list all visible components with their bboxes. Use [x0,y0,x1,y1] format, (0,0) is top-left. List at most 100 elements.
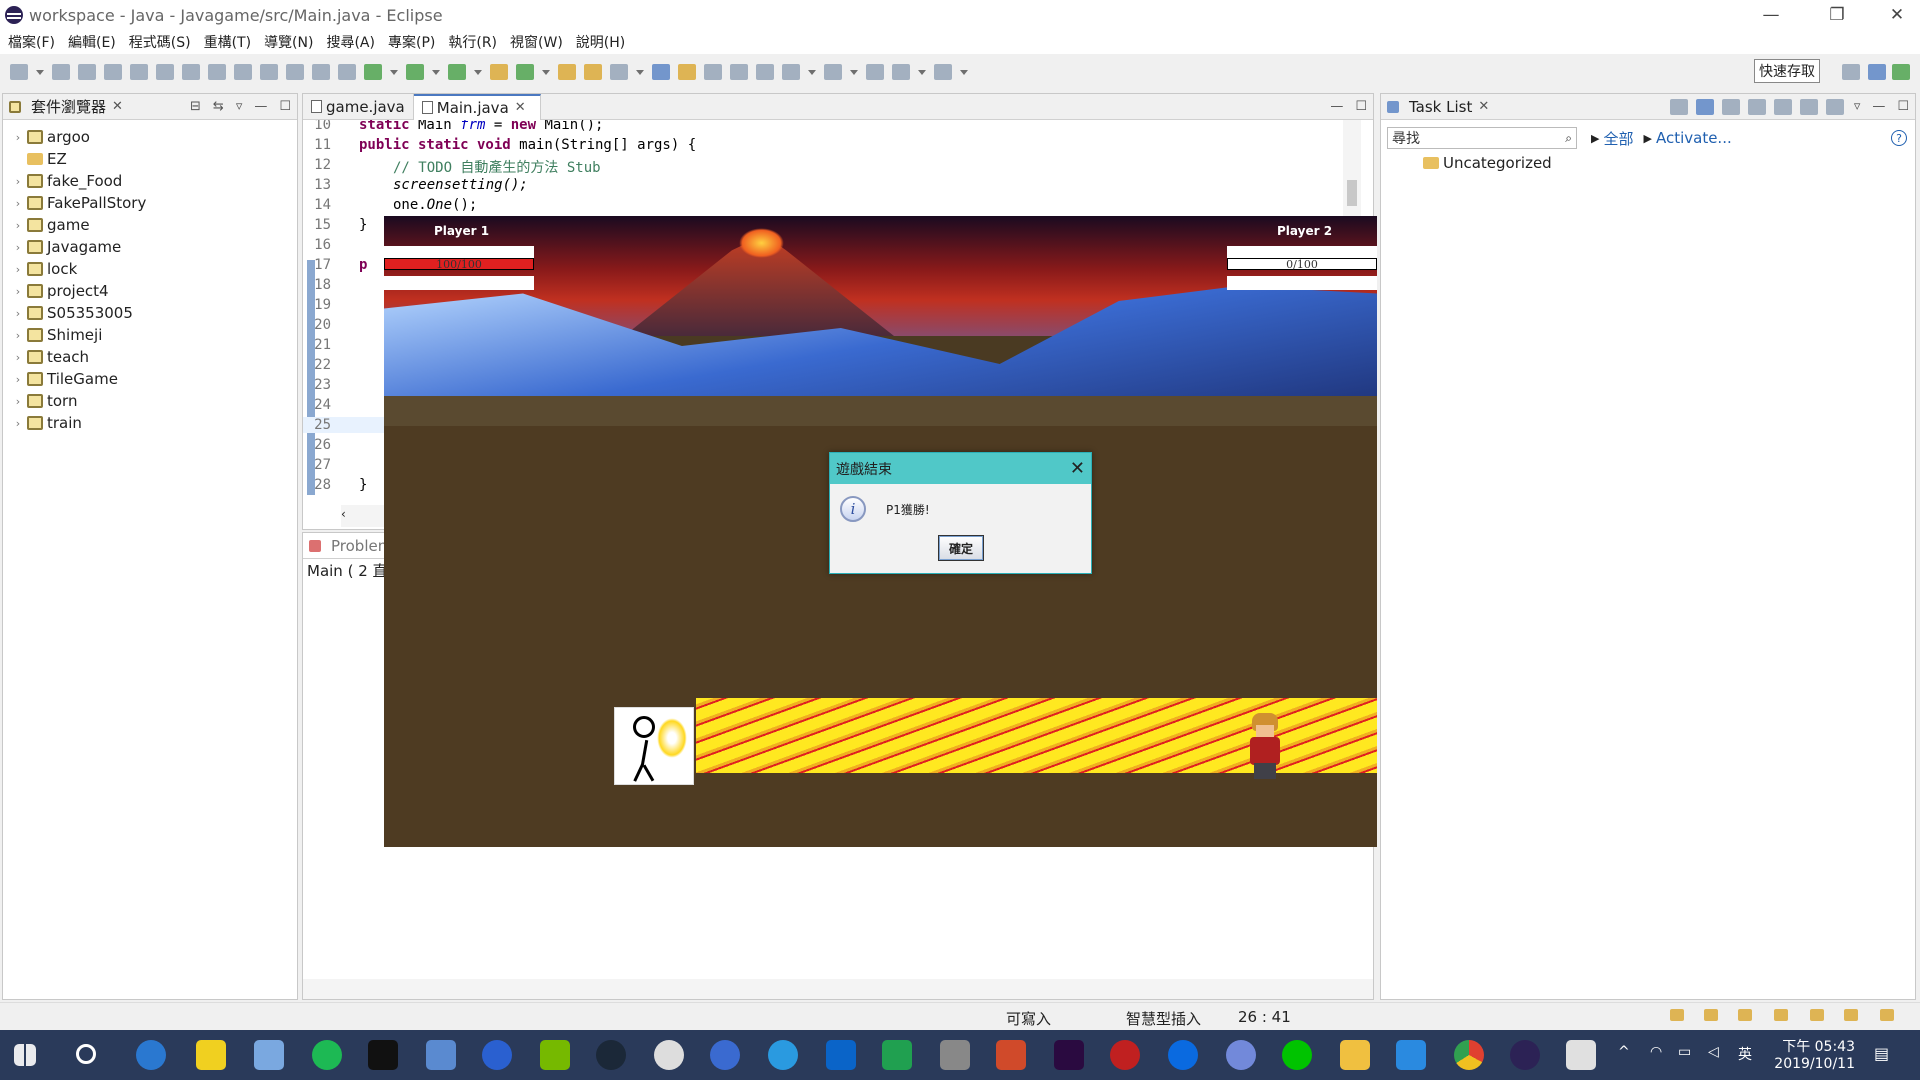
expand-icon[interactable]: › [11,351,25,364]
tree-item-torn[interactable]: › torn [11,390,297,412]
tree-item-project4[interactable]: › project4 [11,280,297,302]
status-tool-icon[interactable] [1880,1009,1894,1021]
steam-icon[interactable] [596,1040,626,1070]
new-task-icon[interactable] [1669,98,1688,115]
ok-button[interactable]: 確定 [938,535,984,561]
eclipse-taskbar-icon[interactable] [1510,1040,1540,1070]
menu-source[interactable]: 程式碼(S) [129,32,191,52]
open-perspective-icon[interactable] [1842,64,1860,80]
close-button[interactable]: ✕ [1874,0,1920,30]
dialog-close-button[interactable]: ✕ [1070,458,1085,479]
previous-annotation-dropdown-icon[interactable] [850,64,858,80]
last-edit-location-icon[interactable] [866,64,884,80]
file-explorer-icon[interactable] [1340,1040,1370,1070]
synchronize-icon[interactable] [1773,98,1792,115]
java-icon[interactable] [1566,1040,1596,1070]
vscode-icon[interactable] [1396,1040,1426,1070]
expand-icon[interactable]: › [11,197,25,210]
app-icon[interactable] [710,1040,740,1070]
close-tab-icon[interactable]: ✕ [515,100,526,115]
help-icon[interactable]: ? [1891,130,1907,146]
spotify-icon[interactable] [312,1040,342,1070]
debug-perspective-icon[interactable] [1892,64,1910,80]
toggle-word-wrap-icon[interactable] [704,64,722,80]
java-perspective-icon[interactable] [1868,64,1886,80]
outlook-icon[interactable] [826,1040,856,1070]
scroll-left-icon[interactable]: ‹ [341,507,346,521]
toggle-mark-occurrences-icon[interactable] [652,64,670,80]
menu-search[interactable]: 搜尋(A) [326,32,375,52]
task-search-field[interactable]: 尋找 ⌕ [1387,127,1577,149]
expand-icon[interactable]: › [11,263,25,276]
internet-explorer-icon[interactable] [768,1040,798,1070]
resume-icon[interactable] [130,64,148,80]
coverage-dropdown-icon[interactable] [474,64,482,80]
status-tool-icon[interactable] [1670,1009,1684,1021]
tree-item-shimeji[interactable]: › Shimeji [11,324,297,346]
battery-icon[interactable]: ▭ [1678,1044,1691,1060]
new-class-dropdown-icon[interactable] [542,64,550,80]
restore-button[interactable]: ❐ [1814,0,1860,30]
forward-dropdown-icon[interactable] [960,64,968,80]
menu-window[interactable]: 視窗(W) [510,32,563,52]
activate-link[interactable]: Activate... [1656,129,1732,147]
filter-all-link[interactable]: 全部 [1603,128,1633,149]
new-java-package-icon[interactable] [490,64,508,80]
tree-item-game[interactable]: › game [11,214,297,236]
maximize-editor-icon[interactable]: ☐ [1355,99,1367,114]
next-annotation-icon[interactable] [782,64,800,80]
notification-icon[interactable]: ▤ [1874,1044,1889,1063]
hide-completed-icon[interactable] [1747,98,1766,115]
expand-icon[interactable]: › [11,285,25,298]
tree-item-lock[interactable]: › lock [11,258,297,280]
tree-item-javagame[interactable]: › Javagame [11,236,297,258]
run-dropdown-icon[interactable] [432,64,440,80]
tree-item-fakepallstory[interactable]: › FakePallStory [11,192,297,214]
new-icon[interactable] [10,64,28,80]
discord-icon[interactable] [1226,1040,1256,1070]
garena-icon[interactable] [1110,1040,1140,1070]
task-category-uncategorized[interactable]: Uncategorized [1381,152,1915,174]
line-icon[interactable] [1282,1040,1312,1070]
powerpoint-icon[interactable] [996,1040,1026,1070]
link-with-editor-icon[interactable]: ⇆ [213,99,224,114]
maximize-view-icon[interactable]: ☐ [279,99,291,114]
minimize-editor-icon[interactable]: — [1330,99,1343,114]
close-view-icon[interactable]: ✕ [112,99,123,114]
tab-main-java[interactable]: Main.java ✕ [413,93,541,120]
qc-icon[interactable] [882,1040,912,1070]
tree-item-train[interactable]: › train [11,412,297,434]
next-annotation-dropdown-icon[interactable] [808,64,816,80]
ime-indicator[interactable]: 英 [1738,1044,1752,1064]
search-icon[interactable] [76,1044,96,1064]
teamviewer-icon[interactable] [1168,1040,1198,1070]
tree-item-teach[interactable]: › teach [11,346,297,368]
search-dropdown-icon[interactable] [636,64,644,80]
tree-item-ez[interactable]: EZ [11,148,297,170]
scroll-thumb[interactable] [1347,180,1357,206]
terminal-icon[interactable] [368,1040,398,1070]
collapse-all-icon[interactable] [1799,98,1818,115]
media-player-icon[interactable] [482,1040,512,1070]
expand-icon[interactable]: › [11,131,25,144]
sticky-notes-icon[interactable] [196,1040,226,1070]
terminate-icon[interactable] [182,64,200,80]
status-tool-icon[interactable] [1844,1009,1858,1021]
chrome-icon[interactable] [1454,1040,1484,1070]
tray-chevron-icon[interactable]: ^ [1618,1044,1630,1060]
step-over-icon[interactable] [260,64,278,80]
expand-icon[interactable]: › [11,395,25,408]
disconnect-icon[interactable] [208,64,226,80]
toggle-edit-highlight-icon[interactable] [678,64,696,80]
menu-run[interactable]: 執行(R) [448,32,497,52]
menu-refactor[interactable]: 重構(T) [204,32,251,52]
save-all-icon[interactable] [78,64,96,80]
categorized-icon[interactable] [1695,98,1714,115]
control-panel-icon[interactable] [426,1040,456,1070]
menu-navigate[interactable]: 導覽(N) [264,32,313,52]
expand-icon[interactable]: › [11,175,25,188]
menu-file[interactable]: 檔案(F) [8,32,55,52]
minimize-button[interactable]: — [1748,0,1794,30]
minimize-view-icon[interactable]: — [254,99,267,114]
collapse-all-icon[interactable]: ⊟ [190,99,201,114]
